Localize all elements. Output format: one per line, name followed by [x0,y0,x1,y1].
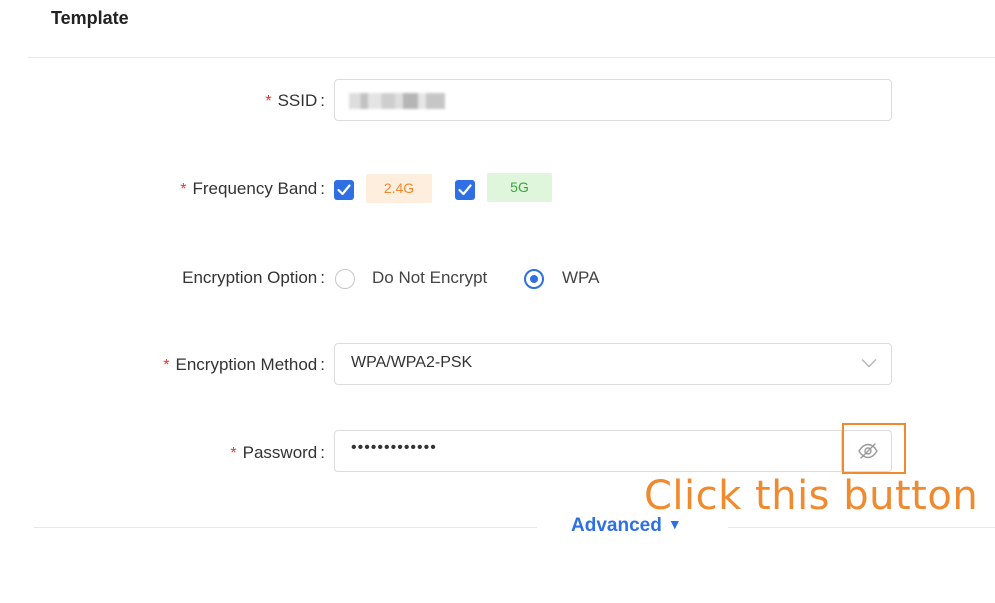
radio-wpa[interactable] [524,269,544,289]
required-mark: * [230,445,237,462]
ssid-input[interactable] [334,79,892,121]
annotation-highlight-box [842,423,906,474]
frequency-band-label: * Frequency Band: [180,177,325,201]
encryption-method-select[interactable]: WPA/WPA2-PSK [334,343,892,385]
required-mark: * [265,93,272,110]
label-colon: : [320,355,325,374]
frequency-band-label-text: Frequency Band [192,179,318,198]
encryption-method-label: * Encryption Method: [163,353,325,377]
encryption-method-label-text: Encryption Method [175,355,318,374]
check-icon [337,184,351,196]
ssid-label: * SSID: [265,89,325,113]
caret-down-icon: ▼ [667,516,682,532]
encryption-option-label-text: Encryption Option [182,268,318,287]
ssid-redacted-value [349,93,445,109]
tag-5g: 5G [487,173,552,202]
label-colon: : [320,179,325,198]
section-title: Template [51,8,129,28]
check-icon [458,184,472,196]
radio-label-do-not-encrypt[interactable]: Do Not Encrypt [372,266,487,290]
checkbox-5g[interactable] [455,180,475,200]
annotation-text: Click this button [644,473,979,519]
password-label: * Password: [230,441,325,465]
tag-2-4g: 2.4G [366,174,432,203]
label-colon: : [320,268,325,287]
chevron-down-icon [861,359,877,368]
required-mark: * [163,357,170,374]
radio-do-not-encrypt[interactable] [335,269,355,289]
top-divider [28,57,995,58]
radio-label-wpa[interactable]: WPA [562,266,599,290]
ssid-label-text: SSID [277,91,318,110]
password-input[interactable]: ••••••••••••• [334,430,892,472]
label-colon: : [320,443,325,462]
password-label-text: Password [242,443,318,462]
encryption-method-value: WPA/WPA2-PSK [351,354,473,371]
password-value: ••••••••••••• [351,439,437,456]
advanced-divider-left [34,527,537,528]
advanced-toggle[interactable]: Advanced ▼ [571,515,682,537]
advanced-label: Advanced [571,515,662,536]
label-colon: : [320,91,325,110]
checkbox-2-4g[interactable] [334,180,354,200]
required-mark: * [180,181,187,198]
encryption-option-label: Encryption Option: [182,266,325,290]
advanced-divider-right [728,527,995,528]
